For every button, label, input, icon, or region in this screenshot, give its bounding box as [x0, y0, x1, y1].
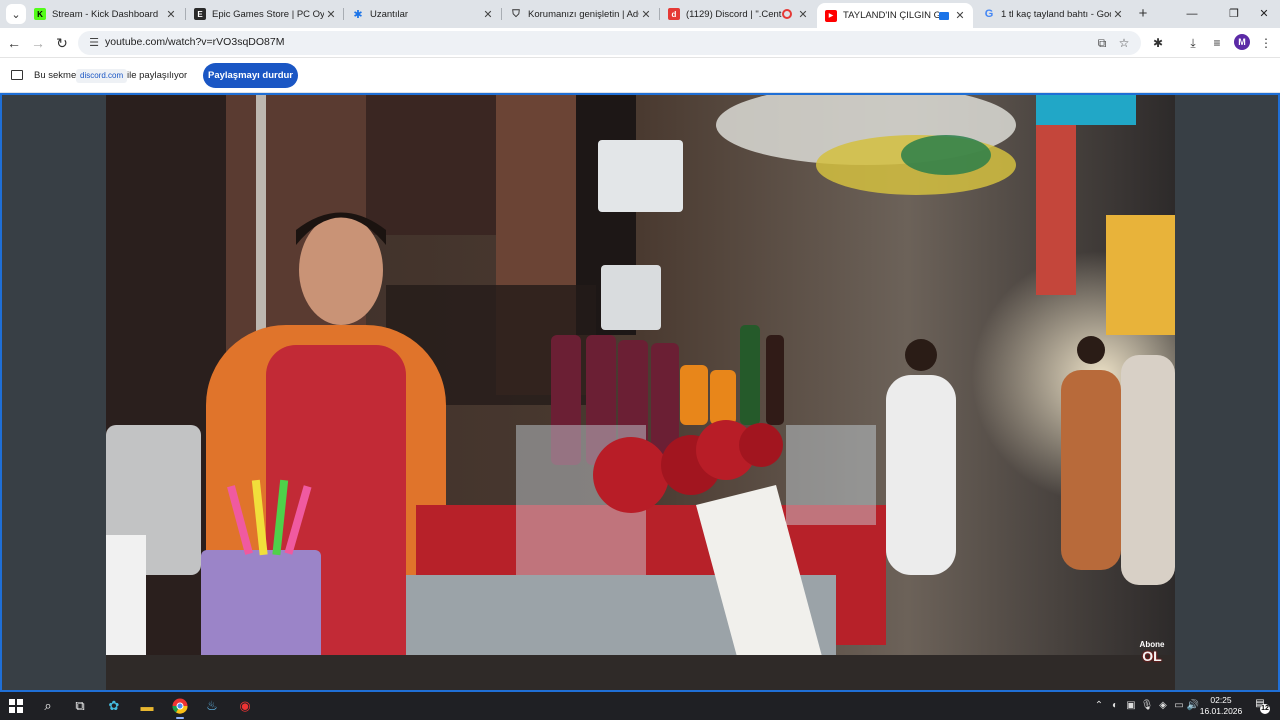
microphone-icon[interactable]: 🎙 — [1140, 699, 1154, 713]
recording-icon — [782, 9, 792, 19]
profile-avatar[interactable]: M — [1234, 34, 1250, 50]
extensions-icon[interactable]: ✱ — [1150, 35, 1166, 51]
display-icon[interactable]: ▭ — [1172, 699, 1186, 713]
notification-count-badge: 12 — [1260, 704, 1270, 714]
close-tab-icon[interactable]: ✕ — [796, 8, 810, 21]
close-tab-icon[interactable]: ✕ — [324, 8, 338, 21]
system-clock[interactable]: 02:25 16.01.2026 — [1198, 695, 1244, 717]
windows-start-icon[interactable] — [6, 696, 26, 716]
tab-google[interactable]: G 1 tl kaç tayland bahtı - Google ✕ — [975, 3, 1131, 25]
more-menu-icon[interactable]: ⋮ — [1258, 35, 1274, 51]
reload-icon[interactable]: ↻ — [52, 33, 72, 53]
download-icon[interactable]: ⤓ — [1185, 35, 1201, 51]
bookmark-star-icon[interactable]: ☆ — [1116, 35, 1132, 51]
sharing-label-suffix: ile paylaşılıyor — [127, 70, 188, 81]
tab-title: Epic Games Store | PC Oyunları — [212, 8, 324, 20]
new-tab-button[interactable]: + — [1134, 5, 1152, 23]
tray-app-icon[interactable]: ◐ — [1108, 699, 1122, 713]
close-window-button[interactable]: ✕ — [1244, 3, 1280, 25]
steam-icon[interactable]: ♨ — [202, 696, 222, 716]
copilot-icon[interactable]: ✿ — [104, 696, 124, 716]
sharing-label-prefix: Bu sekme — [34, 70, 77, 81]
clock-date: 16.01.2026 — [1199, 706, 1243, 716]
search-icon[interactable]: ⌕ — [38, 696, 58, 716]
shared-tab-content: Abone OL — [0, 93, 1280, 692]
google-icon: G — [984, 8, 994, 20]
show-hidden-icons-chevron[interactable]: ⌃ — [1092, 699, 1106, 713]
clock-time: 02:25 — [1210, 695, 1232, 705]
tab-title: Uzantılar — [370, 8, 409, 20]
screen-share-icon — [939, 11, 949, 20]
url-text[interactable]: youtube.com/watch?v=rVO3sqDO87M — [105, 36, 284, 48]
screen-share-icon — [11, 70, 23, 80]
tab-discord[interactable]: d (1129) Discord | ".Cent, '50 ✕ — [660, 3, 816, 25]
street-vendor-scene-image — [106, 95, 1175, 690]
subscribe-overlay-big: OL — [1142, 648, 1162, 664]
tab-epic-games[interactable]: E Epic Games Store | PC Oyunları ✕ — [186, 3, 344, 25]
back-arrow-icon[interactable]: ← — [4, 33, 24, 53]
tab-title: (1129) Discord | ".Cent, '50 — [686, 8, 782, 20]
browser-toolbar: ← → ↻ ☰ youtube.com/watch?v=rVO3sqDO87M … — [0, 28, 1280, 58]
tray-app-icon[interactable]: ◈ — [1156, 699, 1170, 713]
close-tab-icon[interactable]: ✕ — [164, 8, 178, 21]
tab-title: 1 tl kaç tayland bahtı - Google — [1001, 8, 1111, 20]
media-control-icon[interactable]: ≡ — [1209, 35, 1225, 51]
close-tab-icon[interactable]: ✕ — [953, 9, 967, 22]
tab-title: Stream - Kick Dashboard — [52, 8, 159, 20]
tab-youtube[interactable]: ▶ TAYLAND'IN ÇILGIN GECE H ✕ — [817, 3, 973, 28]
close-tab-icon[interactable]: ✕ — [481, 8, 495, 21]
close-tab-icon[interactable]: ✕ — [1111, 8, 1125, 21]
tab-adguard[interactable]: ⛉ Korumanızı genişletin | AdGuard ✕ — [502, 3, 659, 25]
address-bar[interactable]: ☰ youtube.com/watch?v=rVO3sqDO87M ⧉ ☆ — [78, 31, 1141, 55]
file-explorer-icon[interactable]: ▬ — [137, 696, 157, 716]
tray-app-icon[interactable]: ▣ — [1124, 699, 1138, 713]
tab-extensions[interactable]: ✱ Uzantılar ✕ — [344, 3, 501, 25]
notification-bell-icon[interactable]: ▤ 12 — [1252, 698, 1270, 714]
tab-search-chevron-icon[interactable]: ⌄ — [6, 4, 26, 24]
stop-sharing-button[interactable]: Paylaşmayı durdur — [203, 63, 298, 88]
tab-kick[interactable]: K Stream - Kick Dashboard ✕ — [26, 3, 184, 25]
youtube-icon: ▶ — [825, 9, 837, 22]
tab-title: Korumanızı genişletin | AdGuard — [528, 8, 639, 20]
tab-title: TAYLAND'IN ÇILGIN GECE H — [843, 10, 939, 21]
windows-taskbar: ⌕ ⧉ ✿ ▬ ♨ ◉ ⌃ ◐ ▣ 🎙 ◈ ▭ 🔊 02:25 16.01.20… — [0, 692, 1280, 720]
shield-icon: ⛉ — [512, 8, 520, 20]
puzzle-icon: ✱ — [353, 8, 363, 21]
epic-games-icon: E — [194, 8, 206, 20]
app-icon[interactable]: ◉ — [235, 696, 255, 716]
close-tab-icon[interactable]: ✕ — [639, 8, 653, 21]
chrome-icon[interactable] — [170, 696, 190, 716]
task-view-icon[interactable]: ⧉ — [70, 696, 90, 716]
kick-icon: K — [34, 8, 46, 20]
site-info-icon[interactable]: ☰ — [86, 35, 102, 51]
tab-strip: ⌄ K Stream - Kick Dashboard ✕ E Epic Gam… — [0, 0, 1280, 28]
sharing-domain-chip: discord.com — [76, 69, 128, 83]
tab-sharing-bar: Bu sekme discord.com ile paylaşılıyor Pa… — [0, 58, 1280, 93]
video-frame[interactable]: Abone OL — [106, 95, 1175, 690]
subscribe-overlay: Abone OL — [1134, 641, 1170, 664]
discord-icon: d — [668, 8, 680, 20]
minimize-button[interactable]: — — [1172, 3, 1212, 25]
install-app-icon[interactable]: ⧉ — [1094, 35, 1110, 51]
forward-arrow-icon[interactable]: → — [28, 33, 48, 53]
